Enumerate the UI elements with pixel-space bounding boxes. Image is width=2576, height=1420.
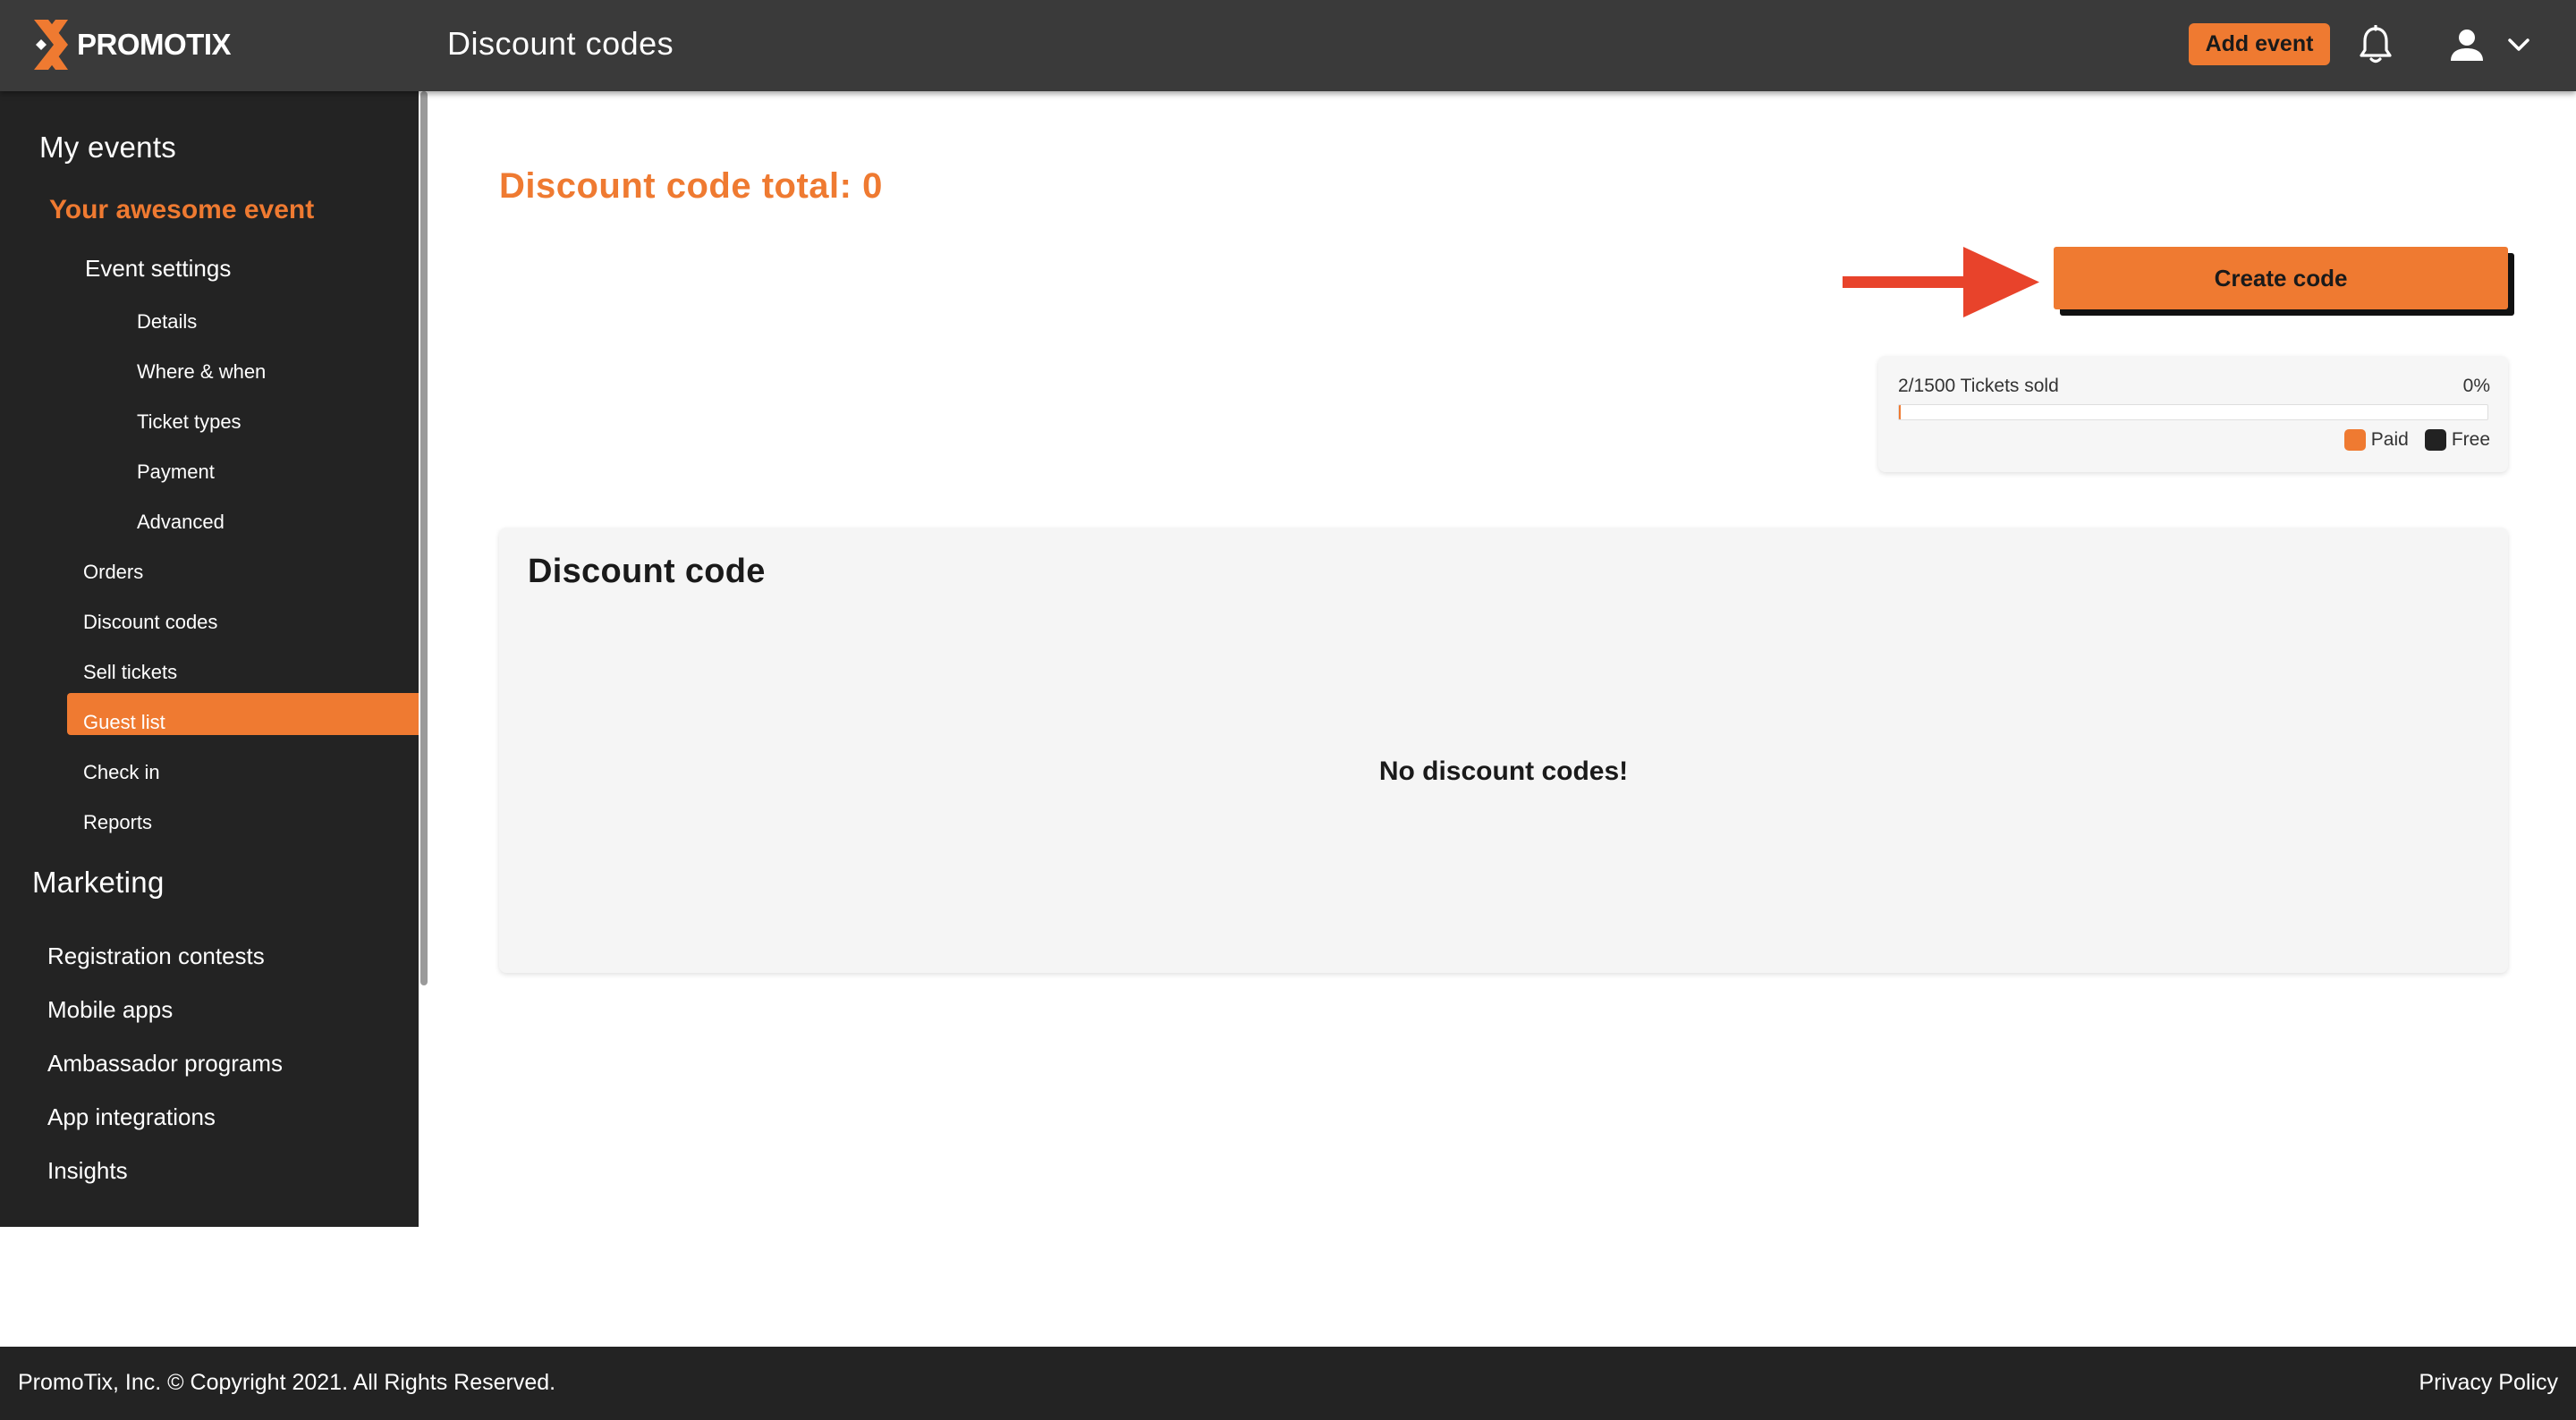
promotix-logo-icon [34,20,68,70]
footer: PromoTix, Inc. © Copyright 2021. All Rig… [0,1347,2576,1420]
sidebar-item-ticket-types[interactable]: Ticket types [137,410,242,434]
create-code-button[interactable]: Create code [2054,247,2508,309]
tickets-progress-fill [1899,405,1901,419]
sidebar-event-settings[interactable]: Event settings [85,255,231,283]
sidebar-item-orders[interactable]: Orders [83,561,143,584]
copyright-text: PromoTix, Inc. © Copyright 2021. All Rig… [18,1370,556,1395]
tickets-progress-bar [1898,404,2488,420]
sidebar-scrollbar[interactable] [420,91,428,985]
sidebar-item-registration-contests[interactable]: Registration contests [47,942,265,970]
sidebar-item-details[interactable]: Details [137,310,197,334]
sidebar-item-check-in[interactable]: Check in [83,761,160,784]
free-swatch [2424,429,2446,451]
user-icon[interactable] [2449,27,2485,63]
brand-name: PROMOTIX [77,28,232,61]
sidebar-item-discount-codes[interactable]: Discount codes [83,611,217,634]
sidebar: My events Your awesome event Event setti… [0,91,419,1227]
bell-icon[interactable] [2358,25,2394,64]
add-event-button[interactable]: Add event [2189,23,2330,65]
empty-state-message: No discount codes! [1378,756,1629,786]
chevron-down-icon[interactable] [2506,34,2531,55]
discount-total-heading: Discount code total: 0 [499,166,883,206]
tickets-sold-card: 2/1500 Tickets sold 0% Paid Free [1878,356,2508,472]
sidebar-item-reports[interactable]: Reports [83,811,152,834]
legend-free-label: Free [2451,429,2490,450]
sidebar-item-app-integrations[interactable]: App integrations [47,1103,216,1131]
tickets-legend: Paid Free [2343,429,2490,451]
tickets-sold-label: 2/1500 Tickets sold [1898,376,2059,396]
sidebar-item-where-when[interactable]: Where & when [137,360,266,384]
sidebar-item-advanced[interactable]: Advanced [137,511,225,534]
legend-paid-label: Paid [2370,429,2409,450]
sidebar-item-sell-tickets[interactable]: Sell tickets [83,661,177,684]
sidebar-item-ambassador-programs[interactable]: Ambassador programs [47,1050,283,1078]
discount-code-card-title: Discount code [528,553,766,590]
tickets-sold-percent: 0% [2462,376,2490,396]
privacy-policy-link[interactable]: Privacy Policy [2419,1370,2558,1396]
sidebar-event-name[interactable]: Your awesome event [49,195,314,225]
sidebar-item-insights[interactable]: Insights [47,1157,128,1185]
page-title: Discount codes [447,25,674,62]
sidebar-item-payment[interactable]: Payment [137,461,215,484]
paid-swatch [2343,429,2366,451]
sidebar-marketing[interactable]: Marketing [32,866,165,900]
sidebar-my-events[interactable]: My events [39,131,176,165]
discount-codes-card: Discount code No discount codes! [499,528,2508,973]
annotation-arrow-icon [1843,247,2039,317]
brand-logo[interactable]: PROMOTIX [34,20,232,70]
top-bar: PROMOTIX Discount codes Add event [0,0,2576,91]
sidebar-item-guest-list[interactable]: Guest list [83,711,165,734]
sidebar-item-mobile-apps[interactable]: Mobile apps [47,996,173,1024]
